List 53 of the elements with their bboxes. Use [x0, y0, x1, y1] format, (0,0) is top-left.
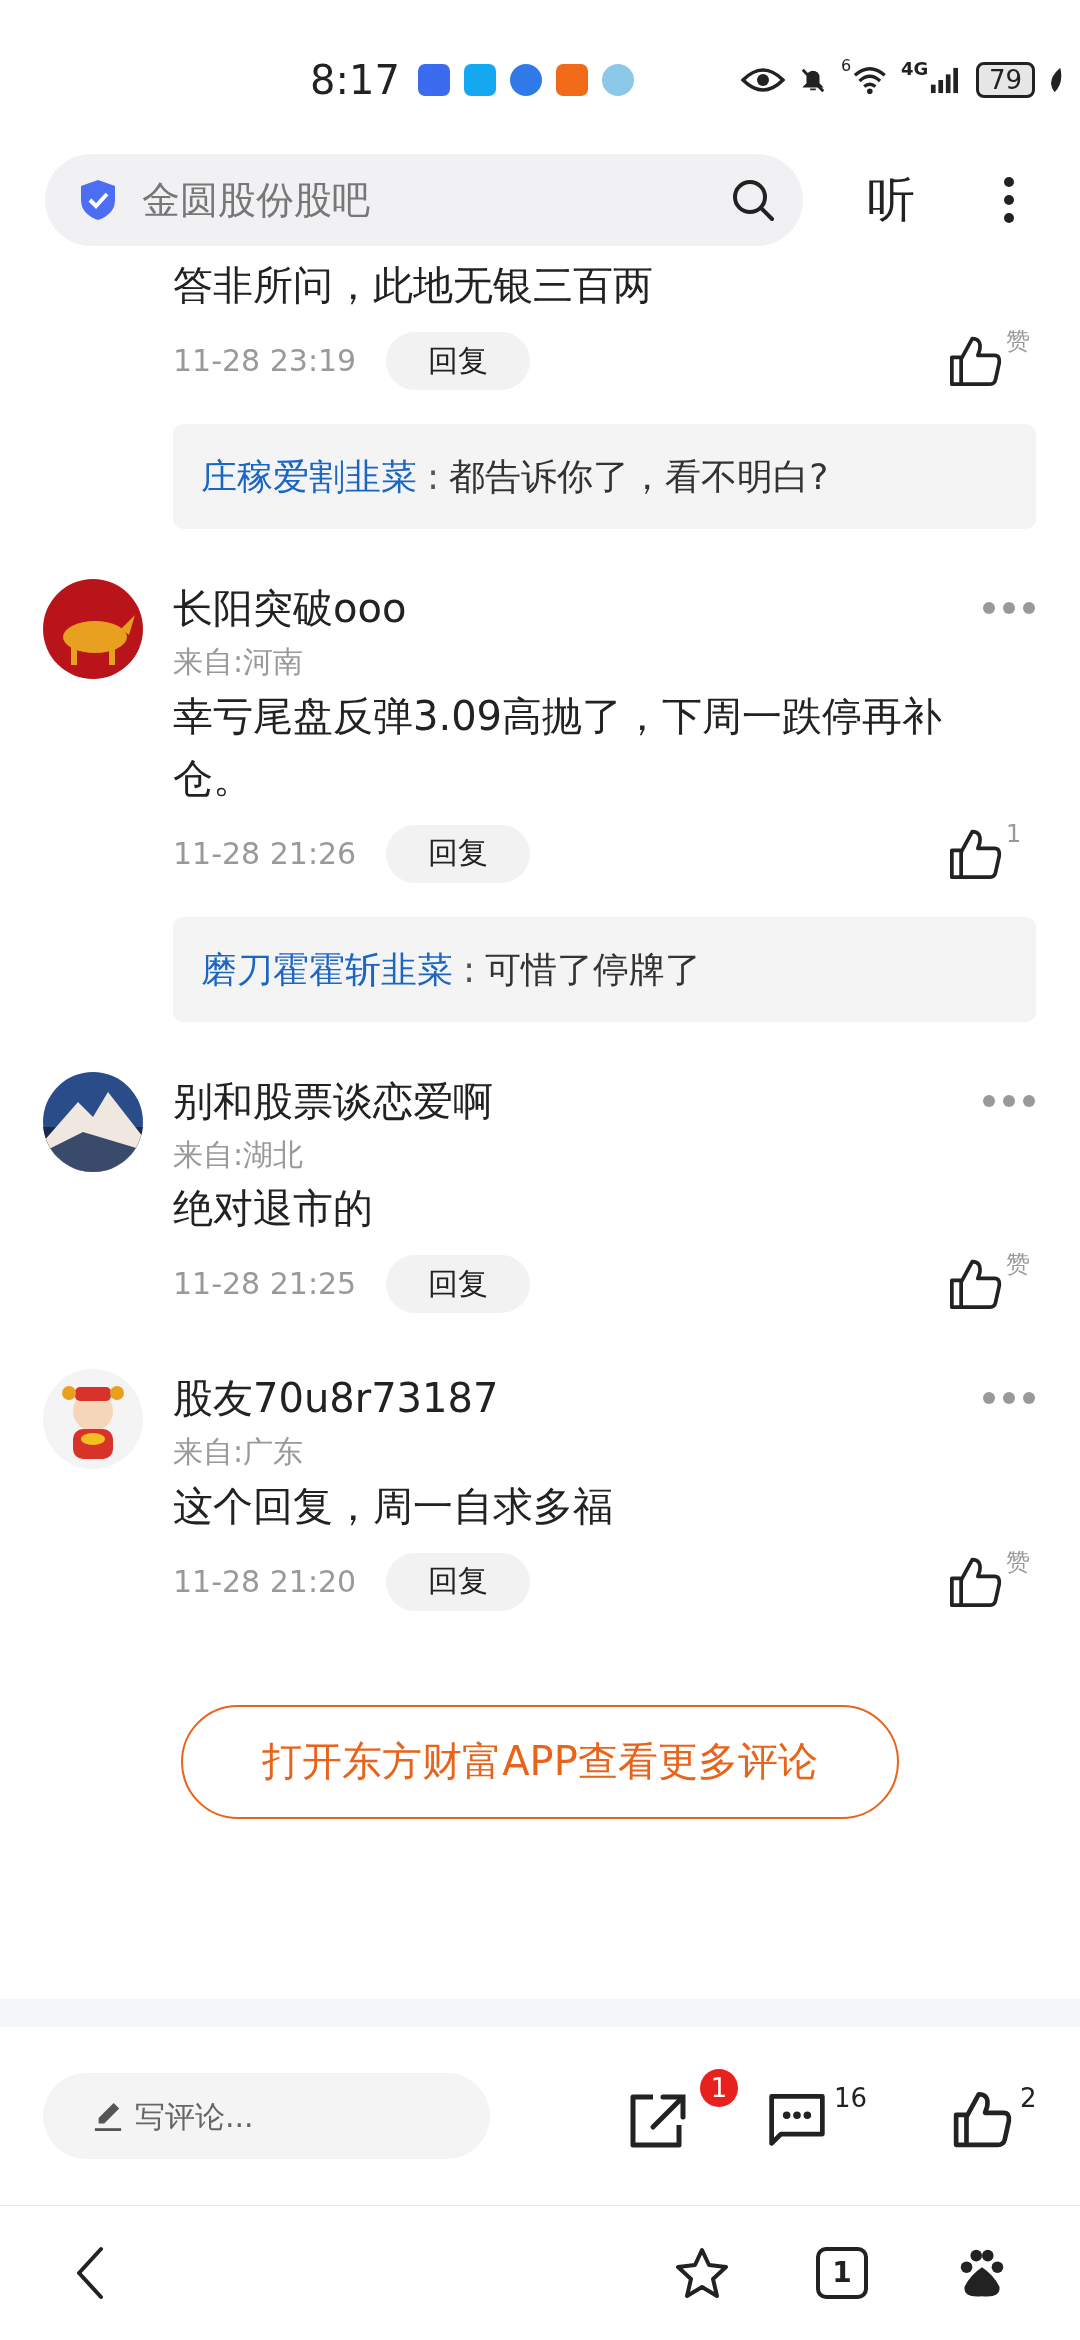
- app-icon: [555, 64, 588, 96]
- comment-time: 11-28 21:26: [173, 834, 357, 873]
- signal-label: 6: [841, 56, 852, 75]
- like-count: 赞: [1006, 1546, 1031, 1577]
- comment-text: 这个回复，周一自求多福: [173, 1481, 614, 1531]
- app-icon: [463, 64, 496, 96]
- notification-badge: 1: [700, 2069, 738, 2107]
- app-icon: [417, 64, 450, 96]
- reply-text: 磨刀霍霍斩韭菜 : 可惜了停牌了: [201, 948, 702, 990]
- username[interactable]: 长阳突破ooo: [173, 583, 407, 633]
- username[interactable]: 别和股票谈恋爱啊: [173, 1075, 493, 1126]
- reply-button[interactable]: 回复: [386, 332, 531, 390]
- location-label: 来自:湖北: [173, 1135, 305, 1173]
- reply-button[interactable]: 回复: [386, 1255, 531, 1313]
- leaf-icon: [1049, 66, 1064, 94]
- comment-time: 11-28 21:20: [173, 1562, 357, 1601]
- network-label: 4G: [900, 58, 929, 79]
- reply-button[interactable]: 回复: [386, 1552, 531, 1611]
- app-icon: [601, 64, 634, 96]
- thumbs-up-icon[interactable]: [948, 1258, 1004, 1310]
- like-count: 赞: [1006, 326, 1031, 356]
- comment-text: 绝对退市的: [173, 1184, 374, 1233]
- comment-time: 11-28 23:19: [173, 342, 357, 380]
- comment-count: 16: [834, 2083, 869, 2113]
- thumbs-up-icon[interactable]: [948, 1555, 1004, 1608]
- battery-indicator: 79: [975, 62, 1035, 98]
- comment-text: 幸亏尾盘反弹3.09高抛了，下周一跌停再补仓。: [173, 691, 944, 803]
- reply-text: 庄稼爱割韭菜 : 都告诉你了，看不明白?: [201, 456, 829, 497]
- eye-icon: [741, 66, 786, 94]
- back-icon[interactable]: [75, 2245, 105, 2301]
- comment-input[interactable]: 写评论...: [43, 2073, 490, 2159]
- reply-button[interactable]: 回复: [386, 824, 531, 883]
- location-label: 来自:广东: [173, 1433, 305, 1471]
- wifi-icon: [853, 66, 887, 94]
- status-time: 8:17: [310, 57, 400, 103]
- like-count: 2: [1020, 2083, 1038, 2113]
- thumbs-up-icon[interactable]: [952, 2089, 1014, 2149]
- thumbs-up-icon[interactable]: [948, 827, 1004, 880]
- listen-button[interactable]: 听: [867, 168, 915, 232]
- search-field[interactable]: 金圆股份股吧: [45, 154, 803, 246]
- search-icon[interactable]: [731, 178, 775, 222]
- shield-check-icon: [78, 178, 118, 222]
- comment-text: 答非所问，此地无银三百两: [173, 261, 654, 310]
- like-count: 1: [1006, 818, 1023, 849]
- like-count: 赞: [1006, 1249, 1031, 1279]
- comment-time: 11-28 21:25: [173, 1265, 357, 1303]
- app-icon: [509, 64, 542, 96]
- location-label: 来自:河南: [173, 643, 305, 681]
- username[interactable]: 股友70u8r73187: [173, 1373, 499, 1423]
- star-icon[interactable]: [674, 2246, 730, 2300]
- more-icon[interactable]: [1003, 176, 1015, 224]
- thumbs-up-icon[interactable]: [948, 335, 1004, 387]
- tabs-button[interactable]: 1: [816, 2247, 868, 2299]
